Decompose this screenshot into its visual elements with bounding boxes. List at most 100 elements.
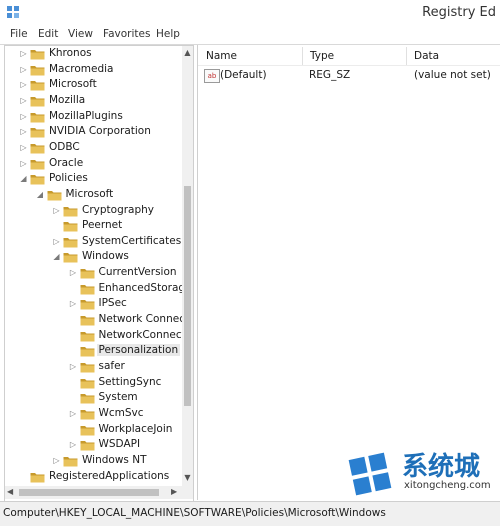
no-arrow bbox=[19, 471, 28, 483]
folder-icon bbox=[80, 300, 94, 310]
collapsed-arrow-icon[interactable]: ▷ bbox=[19, 79, 28, 91]
window-title: Registry Ed bbox=[422, 5, 496, 20]
collapsed-arrow-icon[interactable]: ▷ bbox=[69, 361, 78, 373]
collapsed-arrow-icon[interactable]: ▷ bbox=[69, 267, 78, 279]
no-arrow bbox=[69, 392, 78, 404]
column-separator[interactable] bbox=[406, 47, 407, 65]
tree-item-label: Khronos bbox=[49, 47, 92, 59]
folder-icon bbox=[80, 378, 94, 389]
tree-item-label: Windows NT bbox=[82, 453, 147, 466]
tree-item-label: System bbox=[98, 391, 138, 404]
values-list[interactable]: Name Type Data ab (Default) REG_SZ (valu… bbox=[197, 45, 500, 500]
tree-item-label: Personalization bbox=[96, 344, 181, 357]
folder-icon bbox=[80, 409, 94, 420]
scroll-right-icon[interactable]: ▶ bbox=[171, 487, 177, 496]
collapsed-arrow-icon[interactable]: ▷ bbox=[52, 455, 61, 467]
menu-edit[interactable]: Edit bbox=[38, 28, 58, 40]
menu-view[interactable]: View bbox=[68, 28, 93, 40]
folder-icon bbox=[30, 159, 45, 170]
tree-item-label: SettingSync bbox=[98, 375, 162, 388]
collapsed-arrow-icon[interactable]: ▷ bbox=[19, 126, 28, 138]
folder-icon bbox=[80, 347, 94, 357]
folder-icon bbox=[30, 143, 45, 154]
title-bar: Registry Ed bbox=[0, 0, 500, 26]
column-separator[interactable] bbox=[302, 47, 303, 65]
folder-icon bbox=[30, 128, 45, 138]
watermark-url: xitongcheng.com bbox=[404, 480, 491, 491]
header-divider bbox=[198, 65, 500, 66]
column-header-type[interactable]: Type bbox=[310, 50, 334, 62]
folder-icon bbox=[80, 425, 94, 436]
collapsed-arrow-icon[interactable]: ▷ bbox=[19, 95, 28, 107]
tree-item-label: Mozilla bbox=[49, 93, 86, 106]
folder-icon bbox=[63, 253, 78, 263]
collapsed-arrow-icon[interactable]: ▷ bbox=[69, 439, 78, 451]
tree-item-label: Microsoft bbox=[49, 78, 97, 91]
expanded-arrow-icon[interactable]: ◢ bbox=[19, 173, 28, 185]
column-header-data[interactable]: Data bbox=[414, 50, 439, 62]
tree-item-label: safer bbox=[98, 360, 125, 372]
collapsed-arrow-icon[interactable]: ▷ bbox=[19, 142, 28, 154]
column-header-name[interactable]: Name bbox=[206, 50, 237, 62]
tree-item-label: WSDAPI bbox=[98, 438, 141, 451]
scrollbar-thumb[interactable] bbox=[184, 186, 191, 406]
tree-vertical-scrollbar[interactable]: ▲ ▼ bbox=[182, 46, 193, 486]
no-arrow bbox=[52, 220, 61, 232]
tree-item-label: NVIDIA Corporation bbox=[49, 125, 151, 138]
value-name: (Default) bbox=[220, 69, 267, 81]
collapsed-arrow-icon[interactable]: ▷ bbox=[52, 205, 61, 217]
value-data: (value not set) bbox=[414, 69, 491, 81]
folder-icon bbox=[47, 190, 61, 201]
string-value-icon: ab bbox=[204, 69, 220, 83]
no-arrow bbox=[69, 314, 78, 326]
folder-icon bbox=[80, 363, 94, 373]
folder-icon bbox=[80, 284, 94, 295]
folder-icon bbox=[80, 269, 94, 279]
collapsed-arrow-icon[interactable]: ▷ bbox=[19, 64, 28, 76]
tree-item-label: RegisteredApplications bbox=[49, 469, 170, 482]
horizontal-scrollbar-thumb[interactable] bbox=[19, 489, 159, 496]
collapsed-arrow-icon[interactable]: ▷ bbox=[19, 111, 28, 123]
collapsed-arrow-icon[interactable]: ▷ bbox=[19, 158, 28, 170]
menu-file[interactable]: File bbox=[10, 28, 28, 40]
folder-icon bbox=[80, 394, 94, 404]
tree-horizontal-scrollbar[interactable]: ◀ ▶ bbox=[5, 486, 193, 499]
folder-icon bbox=[30, 175, 45, 185]
windows-logo-icon bbox=[348, 452, 392, 496]
tree-item-label: Macromedia bbox=[49, 62, 114, 75]
collapsed-arrow-icon[interactable]: ▷ bbox=[52, 236, 61, 248]
no-arrow bbox=[69, 283, 78, 295]
tree-item-label: Windows bbox=[82, 250, 129, 263]
collapsed-arrow-icon[interactable]: ▷ bbox=[69, 298, 78, 310]
no-arrow bbox=[69, 330, 78, 342]
tree-item-label: EnhancedStorage bbox=[98, 281, 192, 294]
no-arrow bbox=[69, 345, 78, 357]
no-arrow bbox=[69, 424, 78, 436]
folder-icon bbox=[30, 65, 45, 76]
key-tree[interactable]: ▷ Khronos ▷ Macromedia ▷ Microsoft ▷ Mozilla ▷ Mo… bbox=[4, 45, 194, 502]
tree-item-label: WorkplaceJoin bbox=[98, 422, 173, 435]
expanded-arrow-icon[interactable]: ◢ bbox=[52, 251, 61, 263]
no-arrow bbox=[69, 377, 78, 389]
folder-icon bbox=[30, 112, 45, 123]
collapsed-arrow-icon[interactable]: ▷ bbox=[69, 408, 78, 420]
tree-item-label: SystemCertificates bbox=[82, 234, 182, 247]
folder-icon bbox=[63, 206, 78, 216]
value-row[interactable]: ab (Default) REG_SZ (value not set) bbox=[202, 68, 498, 84]
tree-item-label: WcmSvc bbox=[98, 406, 144, 419]
menu-favorites[interactable]: Favorites bbox=[103, 28, 150, 40]
collapsed-arrow-icon[interactable]: ▷ bbox=[19, 48, 28, 60]
tree-item-label: Microsoft bbox=[65, 187, 114, 200]
scroll-left-icon[interactable]: ◀ bbox=[7, 487, 13, 496]
menu-bar: File Edit View Favorites Help bbox=[0, 26, 500, 44]
tree-item-label: Oracle bbox=[49, 156, 84, 169]
expanded-arrow-icon[interactable]: ◢ bbox=[36, 189, 45, 201]
scroll-down-icon[interactable]: ▼ bbox=[182, 473, 193, 483]
scroll-up-icon[interactable]: ▲ bbox=[182, 48, 193, 58]
menu-help[interactable]: Help bbox=[156, 28, 180, 40]
watermark-brand: 系统城 bbox=[402, 452, 481, 482]
folder-icon bbox=[63, 456, 78, 467]
folder-icon bbox=[30, 50, 45, 60]
current-key-path: Computer\HKEY_LOCAL_MACHINE\SOFTWARE\Pol… bbox=[3, 507, 386, 519]
tree-item-label: Peernet bbox=[82, 219, 123, 232]
